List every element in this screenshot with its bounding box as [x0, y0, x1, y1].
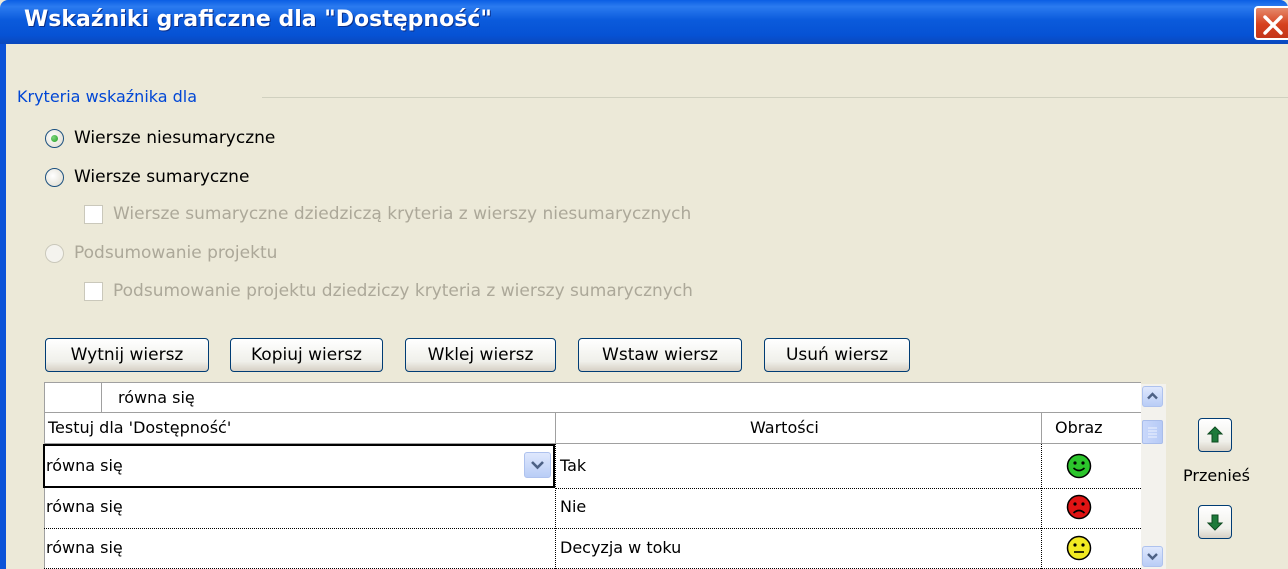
group-box-label: Kryteria wskaźnika dla: [17, 87, 198, 106]
radio-label-summary-rows: Wiersze sumaryczne: [74, 167, 250, 187]
move-label: Przenieś: [1183, 466, 1250, 485]
row-1-value[interactable]: Tak: [560, 456, 586, 475]
row-3-value[interactable]: Decyzja w toku: [560, 538, 681, 557]
radio-label-non-summary-rows: Wiersze niesumaryczne: [74, 128, 276, 148]
radio-label-project-summary: Podsumowanie projektu: [74, 243, 278, 263]
radio-non-summary-rows[interactable]: [45, 129, 64, 148]
row-divider-v2: [1041, 444, 1042, 569]
column-header-test[interactable]: Testuj dla 'Dostępność': [48, 418, 231, 437]
checkbox-project-inherit[interactable]: [84, 282, 103, 301]
row-divider-h1: [555, 488, 1141, 489]
column-header-values[interactable]: Wartości: [750, 418, 819, 437]
close-button[interactable]: [1254, 6, 1288, 40]
cell-dropdown-button[interactable]: [524, 452, 551, 478]
chevron-down-icon: [531, 461, 544, 470]
arrow-down-icon: [1206, 514, 1224, 531]
header-divider-2: [1041, 412, 1042, 443]
insert-row-button[interactable]: Wstaw wiersz: [578, 338, 742, 372]
window-title: Wskaźniki graficzne dla "Dostępność": [24, 7, 492, 32]
red-sad-face-icon[interactable]: [1066, 494, 1092, 520]
chevron-up-icon: [1147, 392, 1158, 400]
scroll-down-button[interactable]: [1142, 546, 1163, 567]
close-icon: [1263, 15, 1283, 35]
radio-summary-rows[interactable]: [45, 168, 64, 187]
edit-bar-bottom: [44, 412, 1141, 413]
row-divider-h2: [44, 528, 1141, 529]
grid-border-top: [44, 382, 1141, 383]
header-divider-1: [555, 412, 556, 443]
grid-scrollbar[interactable]: [1141, 384, 1166, 569]
arrow-up-icon: [1206, 426, 1224, 443]
green-smiley-icon[interactable]: [1066, 453, 1092, 479]
row-3-test[interactable]: równa się: [46, 538, 123, 557]
row-2-value[interactable]: Nie: [560, 497, 586, 516]
scroll-up-button[interactable]: [1142, 386, 1163, 407]
group-box-border: [262, 97, 1288, 98]
checkbox-label-summary-inherit: Wiersze sumaryczne dziedziczą kryteria z…: [113, 204, 692, 224]
paste-row-button[interactable]: Wklej wiersz: [405, 338, 556, 372]
row-divider-v1: [555, 444, 556, 569]
grip-icon: [1148, 427, 1157, 438]
copy-row-button[interactable]: Kopiuj wiersz: [230, 338, 383, 372]
move-up-button[interactable]: [1198, 418, 1232, 452]
chevron-down-icon: [1147, 553, 1158, 561]
radio-selected-dot: [51, 135, 58, 142]
window-frame: [0, 44, 6, 569]
row-2-test[interactable]: równa się: [46, 497, 123, 516]
radio-project-summary[interactable]: [45, 244, 64, 263]
move-down-button[interactable]: [1198, 505, 1232, 539]
cut-row-button[interactable]: Wytnij wiersz: [45, 338, 209, 372]
row-1-test[interactable]: równa się: [46, 456, 123, 475]
checkbox-label-project-inherit: Podsumowanie projektu dziedziczy kryteri…: [113, 281, 693, 301]
edit-bar-divider: [101, 382, 102, 412]
yellow-neutral-face-icon[interactable]: [1066, 535, 1092, 561]
scroll-thumb[interactable]: [1142, 420, 1163, 444]
delete-row-button[interactable]: Usuń wiersz: [764, 338, 910, 372]
checkbox-summary-inherit[interactable]: [84, 205, 103, 224]
edit-bar-value[interactable]: równa się: [118, 388, 195, 407]
column-header-image[interactable]: Obraz: [1055, 418, 1103, 437]
